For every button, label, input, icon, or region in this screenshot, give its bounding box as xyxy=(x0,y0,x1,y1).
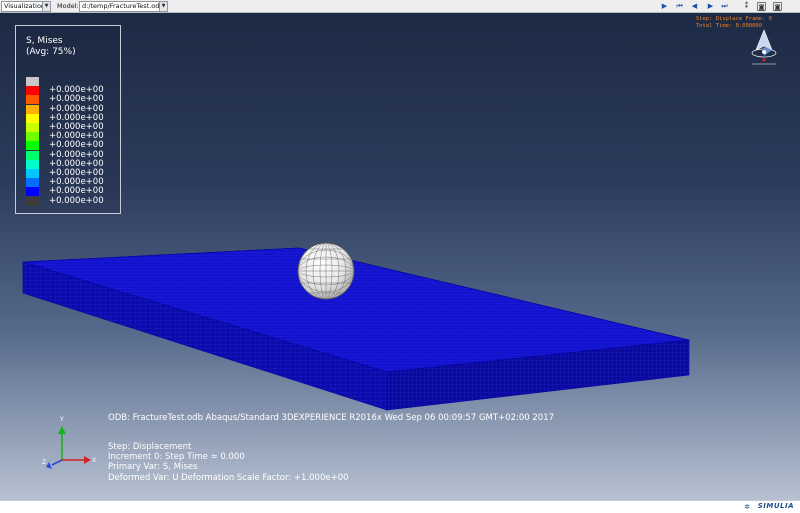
status-bar: ✲ SIMULIA xyxy=(0,500,800,513)
legend-swatch xyxy=(26,132,39,142)
legend-title-line2: (Avg: 75%) xyxy=(26,47,76,57)
odb-info-line: ODB: FractureTest.odb Abaqus/Standard 3D… xyxy=(108,413,555,423)
legend-entry: +0.000e+00 xyxy=(26,195,116,206)
legend-swatch xyxy=(26,123,39,132)
step-frame-info: Step: Displace Frame: 0 Total Time: 0.00… xyxy=(696,16,772,30)
primary-var-line: Primary Var: S, Mises xyxy=(108,462,198,472)
module-select-value: Visualization xyxy=(4,2,46,10)
next-frame-icon[interactable]: ▶ xyxy=(706,2,715,11)
legend-swatch xyxy=(26,169,39,178)
axis-triad xyxy=(46,426,91,469)
model-label: Model: xyxy=(57,2,79,10)
legend-title: S, Mises (Avg: 75%) xyxy=(26,36,76,58)
previous-frame-icon[interactable]: ◀ xyxy=(690,2,699,11)
legend-swatch xyxy=(26,159,39,169)
legend-swatch xyxy=(26,95,39,105)
capture-icon[interactable]: ◙ xyxy=(773,2,782,11)
chevron-down-icon[interactable]: ▼ xyxy=(42,2,50,11)
legend-title-line1: S, Mises xyxy=(26,36,63,46)
module-select[interactable]: Visualization ▼ xyxy=(1,1,51,12)
chevron-down-icon[interactable]: ▼ xyxy=(159,2,167,11)
first-frame-icon[interactable]: ⏮ xyxy=(675,2,684,11)
brand-logo: SIMULIA xyxy=(757,502,794,510)
legend-swatch xyxy=(26,150,39,160)
axis-label-x: X xyxy=(92,457,97,464)
legend-swatch xyxy=(26,113,39,123)
total-time-line: Total Time: 0.000000 xyxy=(695,23,763,29)
camera-icon[interactable]: ◙ xyxy=(757,2,766,11)
axis-label-z: Z xyxy=(42,459,47,466)
contour-legend[interactable]: S, Mises (Avg: 75%) +0.000e+00 +0.000e+00… xyxy=(15,25,121,214)
legend-value: +0.000e+00 xyxy=(49,195,104,206)
model-select-value: d:/temp/FractureTest.odb xyxy=(82,2,164,10)
legend-swatch xyxy=(26,86,39,96)
deformed-var-line: Deformed Var: U Deformation Scale Factor… xyxy=(108,473,349,483)
axis-label-y: Y xyxy=(60,416,64,423)
increment-line: Increment 0: Step Time = 0.000 xyxy=(108,452,245,462)
legend-swatch xyxy=(26,196,39,206)
legend-swatch xyxy=(26,77,39,86)
animation-options-icon[interactable]: ⁑ xyxy=(742,2,751,11)
view-compass-icon[interactable] xyxy=(751,29,777,65)
last-frame-icon[interactable]: ⏭ xyxy=(720,2,729,11)
simulia-logo-icon: ✲ xyxy=(744,503,750,511)
play-icon[interactable]: ▶ xyxy=(660,2,669,11)
toolbar: Visualization ▼ Model: d:/temp/FractureT… xyxy=(0,0,800,13)
model-select[interactable]: d:/temp/FractureTest.odb ▼ xyxy=(79,1,168,12)
legend-swatch xyxy=(26,104,39,114)
legend-swatch xyxy=(26,178,39,188)
step-frame-line: Step: Displace Frame: 0 xyxy=(695,16,772,22)
ball-model xyxy=(297,242,355,300)
step-line: Step: Displacement xyxy=(108,442,192,452)
viewport[interactable]: Y X Z S, Mises (Avg: 75%) +0.000e+00 +0.0… xyxy=(0,13,800,500)
legend-swatch xyxy=(26,141,39,151)
legend-swatch xyxy=(26,187,39,197)
